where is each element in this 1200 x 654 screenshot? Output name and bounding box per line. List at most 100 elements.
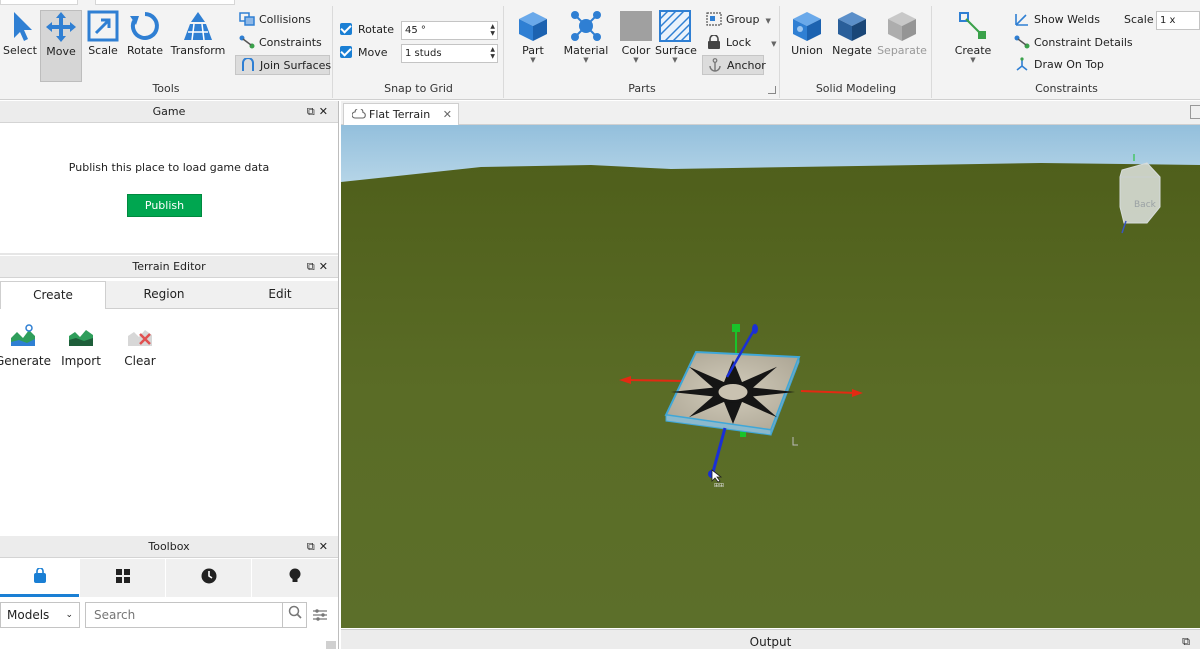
tab-create[interactable]: Create [0,281,106,309]
view-cube-face-label: Back [1134,200,1157,210]
spinner-arrows-icon[interactable]: ▲ ▼ [490,46,495,60]
collisions-icon [239,12,255,26]
lock-button[interactable]: Lock ▼ [702,33,777,53]
publish-button[interactable]: Publish [127,194,202,217]
snap-rotate-input[interactable]: 45 ° ▲ ▼ [401,21,498,40]
3d-scene-view[interactable]: ⊞⊞ Back [341,125,1200,628]
negate-button[interactable]: Negate [831,10,873,74]
material-button[interactable]: Material ▼ [563,10,609,80]
dropdown-arrow-icon: ▼ [530,56,536,64]
join-surfaces-toggle[interactable]: Join Surfaces [235,55,332,75]
shopping-bag-icon [33,567,46,583]
cloud-icon [351,107,366,119]
constraint-scale-input[interactable]: 1 x [1156,11,1200,30]
search-icon [288,605,302,619]
collisions-label: Collisions [259,13,311,26]
close-tab-icon[interactable]: ✕ [443,104,452,125]
material-molecule-icon [571,11,601,41]
anchor-icon [709,58,721,72]
union-button[interactable]: Union [787,10,827,74]
anchor-button[interactable]: Anchor [702,55,766,75]
dropdown-arrow-icon: ▼ [633,56,639,64]
import-terrain-button[interactable]: Import [52,324,110,368]
toolbox-tab-recent[interactable] [166,559,251,597]
scale-button[interactable]: Scale [84,10,122,74]
checkbox-checked-icon [340,46,352,58]
dropdown-arrow-icon: ▼ [765,17,771,25]
snap-move-checkbox[interactable]: Move [336,43,398,63]
transform-button[interactable]: Transform [168,10,228,74]
constraints-label: Constraints [259,36,322,49]
toolbox-header: Toolbox ⧉✕ [0,536,338,558]
group-button[interactable]: Group ▼ [702,10,777,30]
negate-label: Negate [832,44,872,57]
snap-rotate-label: Rotate [358,23,395,36]
toolbox-tab-marketplace[interactable] [80,559,165,597]
select-button[interactable]: Select [2,10,38,74]
output-panel-header: Output ⧉ [341,629,1200,649]
snap-rotate-checkbox[interactable]: Rotate [336,20,398,40]
ribbon-tab-stub[interactable] [95,0,235,5]
search-button[interactable] [282,603,306,627]
rotate-label: Rotate [126,44,163,57]
float-window-icon[interactable]: ⧉ [307,540,319,553]
tab-region[interactable]: Region [106,281,222,309]
constraints-toggle[interactable]: Constraints [235,33,330,53]
scene-canvas[interactable]: ⊞⊞ Back [341,125,1200,628]
draw-on-top-icon [1016,57,1028,71]
panel-toggle-icon[interactable] [1190,105,1200,119]
snap-move-label: Move [358,46,388,59]
game-panel-header: Game ⧉✕ [0,101,338,123]
toolbox-title: Toolbox [148,540,190,553]
clear-terrain-button[interactable]: Clear [111,324,169,368]
surface-button[interactable]: Surface ▼ [655,10,697,80]
rotate-button[interactable]: Rotate [124,10,166,74]
tools-group-label: Tools [152,82,180,95]
toolbox-tab-inventory[interactable] [0,559,79,597]
union-icon [793,12,821,41]
drag-indicator: ⊞⊞ [714,482,724,489]
select-label: Select [3,44,37,57]
join-surfaces-label: Join Surfaces [260,59,332,72]
transform-grid-icon [184,12,212,41]
move-button[interactable]: Move [40,10,82,82]
move-label: Move [46,45,76,58]
document-tab-flat-terrain[interactable]: Flat Terrain ✕ [343,103,459,125]
float-window-icon[interactable]: ⧉ [307,105,319,118]
part-button[interactable]: Part ▼ [513,10,553,80]
ribbon-tab-stub[interactable] [0,0,78,5]
game-panel-message: Publish this place to load game data [68,161,270,174]
lock-icon [708,34,720,49]
category-dropdown[interactable]: Models ⌄ [0,602,80,628]
collisions-toggle[interactable]: Collisions [235,10,330,30]
search-input[interactable] [86,603,282,627]
left-dock: Game ⧉✕ Publish this place to load game … [0,101,339,649]
close-icon[interactable]: ✕ [319,260,332,273]
toolbox-tab-creations[interactable] [252,559,338,597]
spinner-arrows-icon[interactable]: ▲ ▼ [490,23,495,37]
create-constraint-button[interactable]: Create ▼ [951,10,995,80]
dropdown-arrow-icon: ▼ [970,56,976,64]
generate-terrain-button[interactable]: Generate [0,324,52,368]
snap-move-input[interactable]: 1 studs ▲ ▼ [401,44,498,63]
panel-divider [0,253,338,255]
scale-label: Scale [1124,13,1154,26]
separate-icon [888,12,916,41]
draw-on-top-toggle[interactable]: Draw On Top [1010,55,1120,75]
create-constraint-icon [959,12,986,39]
solid-modeling-group-label: Solid Modeling [815,82,897,95]
close-icon[interactable]: ✕ [319,105,332,118]
float-window-icon[interactable]: ⧉ [1182,630,1190,654]
float-window-icon[interactable]: ⧉ [307,260,319,273]
tab-edit[interactable]: Edit [222,281,338,309]
dropdown-arrow-icon: ▼ [672,56,678,64]
show-welds-icon [1015,14,1028,26]
filter-settings-button[interactable] [312,608,330,624]
scrollbar-thumb[interactable] [326,641,336,649]
separate-button[interactable]: Separate [877,10,927,74]
constraint-details-toggle[interactable]: Constraint Details [1010,33,1133,53]
close-icon[interactable]: ✕ [319,540,332,553]
show-welds-toggle[interactable]: Show Welds [1010,10,1120,30]
color-button[interactable]: Color ▼ [617,10,655,80]
category-value: Models [7,608,50,622]
